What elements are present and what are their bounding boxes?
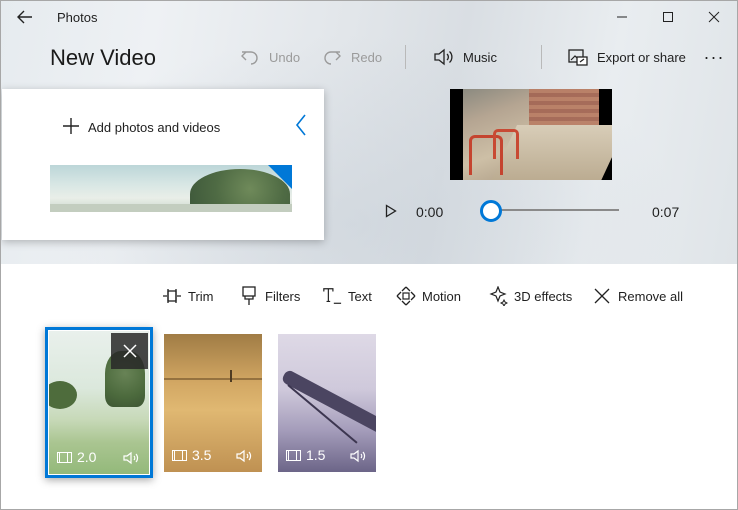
- total-duration: 0:07: [652, 204, 680, 220]
- music-label: Music: [463, 49, 497, 65]
- speaker-icon[interactable]: [350, 449, 368, 463]
- current-time: 0:00: [416, 204, 444, 220]
- minimize-button[interactable]: [599, 1, 645, 33]
- remove-all-button[interactable]: Remove all: [592, 285, 683, 307]
- redo-icon: [321, 46, 343, 68]
- trim-icon: [162, 286, 182, 306]
- project-library-panel: Add photos and videos: [2, 89, 324, 240]
- storyboard-clip[interactable]: 3.5: [164, 334, 262, 472]
- app-window: Photos New Video Undo Redo Music Export …: [0, 0, 738, 510]
- play-button[interactable]: [382, 202, 400, 220]
- command-divider: [541, 45, 542, 69]
- redo-button[interactable]: Redo: [321, 43, 382, 71]
- filmstrip-icon: [286, 449, 301, 461]
- export-share-button[interactable]: Export or share: [567, 43, 686, 71]
- add-photos-videos-label: Add photos and videos: [88, 119, 221, 135]
- collapse-library-button[interactable]: [291, 111, 311, 139]
- add-photos-videos-button[interactable]: Add photos and videos: [62, 117, 220, 137]
- text-icon: [322, 286, 342, 306]
- clip-duration: 3.5: [192, 447, 212, 463]
- close-icon: [592, 286, 612, 306]
- maximize-icon: [663, 12, 673, 22]
- page-title: New Video: [50, 45, 156, 70]
- filters-button[interactable]: Filters: [239, 285, 300, 307]
- music-button[interactable]: Music: [433, 43, 497, 71]
- speaker-icon[interactable]: [236, 449, 254, 463]
- undo-label: Undo: [269, 49, 301, 65]
- motion-label: Motion: [422, 288, 462, 304]
- clip-duration: 1.5: [306, 447, 326, 463]
- seek-thumb[interactable]: [480, 200, 502, 222]
- back-button[interactable]: [11, 5, 39, 29]
- close-window-button[interactable]: [691, 1, 737, 33]
- video-preview[interactable]: [450, 89, 612, 180]
- 3d-effects-label: 3D effects: [514, 288, 573, 304]
- filters-label: Filters: [265, 288, 301, 304]
- text-label: Text: [348, 288, 372, 304]
- back-arrow-icon: [17, 10, 32, 24]
- chevron-left-icon: [295, 114, 306, 136]
- sparkle-icon: [488, 286, 508, 306]
- command-divider: [405, 45, 406, 69]
- more-icon: ···: [703, 46, 725, 67]
- brush-icon: [239, 286, 259, 306]
- export-icon: [567, 46, 589, 68]
- undo-icon: [239, 46, 261, 68]
- library-media-thumbnail[interactable]: [50, 165, 292, 212]
- text-button[interactable]: Text: [322, 285, 372, 307]
- trim-label: Trim: [188, 288, 214, 304]
- motion-button[interactable]: Motion: [396, 285, 461, 307]
- redo-label: Redo: [351, 49, 383, 65]
- close-icon: [122, 344, 137, 358]
- filmstrip-icon: [172, 449, 187, 461]
- seek-track[interactable]: [491, 209, 619, 211]
- 3d-effects-button[interactable]: 3D effects: [488, 285, 572, 307]
- storyboard-clip[interactable]: 1.5: [278, 334, 376, 472]
- play-icon: [385, 204, 397, 218]
- remove-all-label: Remove all: [618, 288, 684, 304]
- remove-clip-button[interactable]: [111, 333, 148, 369]
- title-bar: Photos: [1, 1, 737, 33]
- more-options-button[interactable]: ···: [701, 43, 727, 71]
- trim-button[interactable]: Trim: [162, 285, 214, 307]
- added-to-project-badge: [268, 165, 292, 189]
- speaker-icon: [433, 46, 455, 68]
- minimize-icon: [617, 16, 627, 18]
- app-title: Photos: [57, 10, 98, 25]
- motion-icon: [396, 286, 416, 306]
- close-icon: [708, 11, 720, 23]
- undo-button[interactable]: Undo: [239, 43, 300, 71]
- maximize-button[interactable]: [645, 1, 691, 33]
- plus-icon: [62, 117, 80, 137]
- export-label: Export or share: [597, 49, 686, 65]
